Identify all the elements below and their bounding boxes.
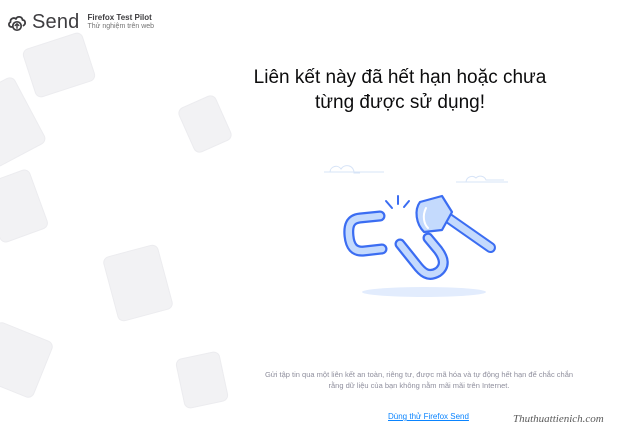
pilot-title: Firefox Test Pilot <box>87 13 152 22</box>
test-pilot-badge[interactable]: Firefox Test Pilot Thử nghiệm trên web <box>88 13 155 31</box>
pilot-subtitle: Thử nghiệm trên web <box>87 23 155 30</box>
logo-text[interactable]: Send <box>32 11 80 34</box>
broken-link-axe-illustration <box>324 165 508 297</box>
description-line-1: Gửi tập tin qua một liên kết an toàn, ri… <box>264 370 574 379</box>
app-header: Send Firefox Test Pilot Thử nghiệm trên … <box>6 8 154 36</box>
description-text: Gửi tập tin qua một liên kết an toàn, ri… <box>250 369 588 391</box>
page-title: Liên kết này đã hết hạn hoặc chưa từng đ… <box>240 65 560 115</box>
headline-line-2: từng được sử dụng! <box>315 92 485 113</box>
try-firefox-send-link[interactable]: Dùng thử Firefox Send <box>388 412 469 421</box>
cloud-upload-icon[interactable] <box>6 11 28 33</box>
headline-line-1: Liên kết này đã hết hạn hoặc chưa <box>253 67 547 88</box>
description-line-2: rằng dữ liệu của bạn không nằm mãi mãi t… <box>328 381 510 390</box>
watermark-text: Thuthuattienich.com <box>513 413 604 425</box>
